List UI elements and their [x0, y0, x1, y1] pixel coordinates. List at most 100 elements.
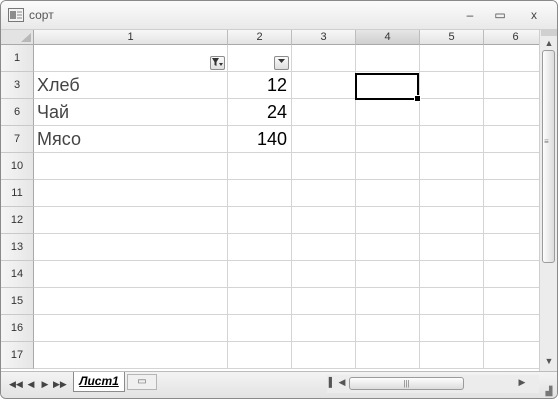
cell-empty[interactable]: [420, 180, 484, 207]
spreadsheet-grid[interactable]: 1 2 3 4 5 6 1 3 Хлеб 12 6 Чай 24 7 Мясо 140 10 11 12…: [1, 30, 539, 371]
cell-name[interactable]: [34, 288, 228, 315]
insert-sheet-icon[interactable]: ▭: [127, 374, 157, 390]
cell-empty[interactable]: [420, 153, 484, 180]
cell-empty[interactable]: [420, 315, 484, 342]
cell-empty[interactable]: [356, 315, 420, 342]
cell-name[interactable]: [34, 153, 228, 180]
scroll-up-icon[interactable]: ▲: [542, 36, 556, 50]
cell-value[interactable]: [228, 288, 292, 315]
column-header-6[interactable]: 6: [484, 30, 539, 45]
column-header-4[interactable]: 4: [356, 30, 420, 45]
row-header[interactable]: 14: [1, 261, 34, 288]
cell-value[interactable]: [228, 234, 292, 261]
cell-value[interactable]: 140: [228, 126, 292, 153]
cell-empty[interactable]: [420, 99, 484, 126]
minimize-button[interactable]: –: [460, 6, 480, 24]
row-header[interactable]: 13: [1, 234, 34, 261]
row-header[interactable]: 7: [1, 126, 34, 153]
vertical-scrollbar[interactable]: ▲ ≡ ▼: [539, 30, 557, 371]
column-header-5[interactable]: 5: [420, 30, 484, 45]
cell-empty[interactable]: [420, 126, 484, 153]
row-header[interactable]: 15: [1, 288, 34, 315]
cell-empty[interactable]: [420, 45, 484, 72]
prev-sheet-icon[interactable]: ◀: [25, 379, 37, 390]
cell-empty[interactable]: [420, 342, 484, 369]
row-header[interactable]: 1: [1, 45, 34, 72]
cell-empty[interactable]: [356, 99, 420, 126]
cell-name[interactable]: Чай: [34, 99, 228, 126]
select-all-corner[interactable]: [1, 30, 34, 45]
filter-dropdown-button[interactable]: [274, 56, 289, 70]
filter-active-button[interactable]: [210, 56, 225, 70]
cell-empty[interactable]: [484, 126, 539, 153]
cell-empty[interactable]: [292, 153, 356, 180]
cell-value[interactable]: 12: [228, 72, 292, 99]
cell-empty[interactable]: [292, 207, 356, 234]
cell-empty[interactable]: [292, 342, 356, 369]
column-header-1[interactable]: 1: [34, 30, 228, 45]
cell-empty[interactable]: [420, 288, 484, 315]
cell-empty[interactable]: [420, 261, 484, 288]
cell-empty[interactable]: [356, 45, 420, 72]
row-header[interactable]: 16: [1, 315, 34, 342]
cell-empty[interactable]: [484, 72, 539, 99]
close-button[interactable]: x: [524, 6, 544, 24]
cell-name[interactable]: [34, 315, 228, 342]
cell-empty[interactable]: [356, 342, 420, 369]
sheet-tab-list1[interactable]: Лист1: [73, 372, 125, 392]
scroll-right-icon[interactable]: ▶: [517, 377, 527, 388]
cell-empty[interactable]: [420, 72, 484, 99]
horizontal-scroll-thumb[interactable]: |||: [349, 377, 464, 390]
cell-name[interactable]: [34, 45, 228, 72]
vertical-scroll-thumb[interactable]: [542, 50, 555, 263]
scroll-down-icon[interactable]: ▼: [542, 354, 556, 368]
cell-value[interactable]: [228, 315, 292, 342]
scroll-left-icon[interactable]: ◀: [337, 377, 347, 388]
cell-empty[interactable]: [484, 153, 539, 180]
cell-name[interactable]: Мясо: [34, 126, 228, 153]
cell-empty[interactable]: [356, 207, 420, 234]
row-header[interactable]: 11: [1, 180, 34, 207]
cell-empty[interactable]: [356, 261, 420, 288]
restore-button[interactable]: ▭: [490, 6, 510, 24]
cell-empty[interactable]: [356, 288, 420, 315]
cell-empty[interactable]: [292, 261, 356, 288]
size-grip-icon[interactable]: ▟: [544, 386, 554, 396]
cell-empty[interactable]: [484, 315, 539, 342]
cell-empty[interactable]: [484, 45, 539, 72]
cell-name[interactable]: [34, 180, 228, 207]
cell-empty[interactable]: [356, 234, 420, 261]
cell-empty[interactable]: [292, 99, 356, 126]
cell-empty[interactable]: [356, 180, 420, 207]
last-sheet-icon[interactable]: ▶▶: [53, 379, 67, 390]
cell-empty[interactable]: [484, 342, 539, 369]
row-header[interactable]: 6: [1, 99, 34, 126]
cell-empty[interactable]: [484, 234, 539, 261]
next-sheet-icon[interactable]: ▶: [39, 379, 51, 390]
cell-empty[interactable]: [484, 207, 539, 234]
cell-empty[interactable]: [292, 288, 356, 315]
cell-value[interactable]: [228, 261, 292, 288]
row-header[interactable]: 12: [1, 207, 34, 234]
cell-empty[interactable]: [484, 180, 539, 207]
cell-empty[interactable]: [484, 261, 539, 288]
cell-value[interactable]: [228, 153, 292, 180]
cell-name[interactable]: [34, 261, 228, 288]
cell-empty[interactable]: [292, 126, 356, 153]
cell-name[interactable]: [34, 342, 228, 369]
cell-value[interactable]: [228, 180, 292, 207]
cell-name[interactable]: [34, 207, 228, 234]
cell-value[interactable]: [228, 342, 292, 369]
cell-name[interactable]: Хлеб: [34, 72, 228, 99]
column-header-3[interactable]: 3: [292, 30, 356, 45]
cell-empty[interactable]: [356, 126, 420, 153]
cell-empty[interactable]: [292, 315, 356, 342]
cell-name[interactable]: [34, 234, 228, 261]
column-header-2[interactable]: 2: [228, 30, 292, 45]
cell-empty[interactable]: [292, 72, 356, 99]
cell-empty[interactable]: [356, 153, 420, 180]
cell-value[interactable]: [228, 207, 292, 234]
cell-empty[interactable]: [484, 288, 539, 315]
row-header[interactable]: 10: [1, 153, 34, 180]
cell-empty[interactable]: [292, 180, 356, 207]
